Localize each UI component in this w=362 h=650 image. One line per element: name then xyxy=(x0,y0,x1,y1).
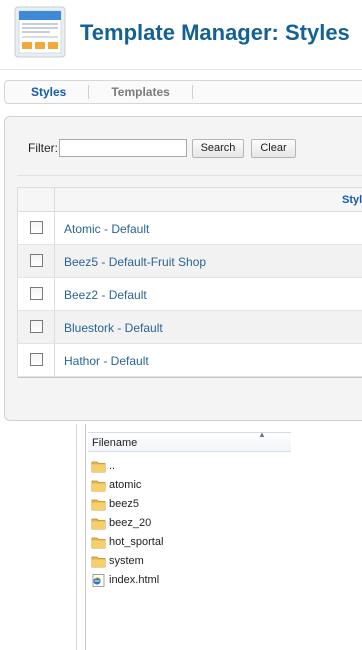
filter-divider xyxy=(17,175,362,176)
folder-icon xyxy=(91,461,106,473)
style-link[interactable]: Beez2 - Default xyxy=(64,288,147,302)
table-row: Hathor - Default xyxy=(18,344,362,377)
template-manager-icon xyxy=(14,6,66,58)
tab-templates[interactable]: Templates xyxy=(89,85,193,99)
table-bottom-border xyxy=(18,377,362,378)
file-name: beez_20 xyxy=(109,517,152,529)
folder-icon xyxy=(91,537,106,549)
filename-header-label: Filename xyxy=(92,437,138,449)
row-checkbox[interactable] xyxy=(30,254,43,267)
tab-bar: Styles Templates xyxy=(4,80,362,104)
folder-icon xyxy=(91,499,106,511)
file-name: system xyxy=(109,555,144,567)
page-header: Template Manager: Styles xyxy=(0,0,362,70)
styles-table: Style Atomic - Default Beez5 - Default-F… xyxy=(17,187,362,378)
file-name: atomic xyxy=(109,479,142,491)
style-link[interactable]: Atomic - Default xyxy=(64,222,149,236)
screenshot-root: Template Manager: Styles Styles Template… xyxy=(0,0,362,650)
file-name: hot_sportal xyxy=(109,536,164,548)
explorer-left-pane xyxy=(77,424,86,650)
folder-icon xyxy=(91,480,106,492)
style-link[interactable]: Hathor - Default xyxy=(64,354,149,368)
folder-icon xyxy=(91,556,106,568)
column-header-style[interactable]: Style xyxy=(342,194,362,206)
style-link[interactable]: Beez5 - Default-Fruit Shop xyxy=(64,255,206,269)
tab-styles[interactable]: Styles xyxy=(5,85,90,99)
file-name: .. xyxy=(109,460,116,472)
filter-label: Filter: xyxy=(28,141,58,155)
row-checkbox[interactable] xyxy=(30,221,43,234)
folder-icon xyxy=(91,518,106,530)
row-checkbox[interactable] xyxy=(30,353,43,366)
table-row: Atomic - Default xyxy=(18,212,362,245)
html-file-icon xyxy=(92,574,105,587)
style-link[interactable]: Bluestork - Default xyxy=(64,321,163,335)
styles-panel: Filter: Search Clear Style Atomic - Defa… xyxy=(4,116,362,421)
clear-button[interactable]: Clear xyxy=(251,139,296,158)
table-row: Beez5 - Default-Fruit Shop xyxy=(18,245,362,278)
table-row: Bluestork - Default xyxy=(18,311,362,344)
page-title: Template Manager: Styles xyxy=(80,20,350,45)
table-row: Beez2 - Default xyxy=(18,278,362,311)
file-explorer: Filename ▲ .. atomic beez5 beez_20 hot_s… xyxy=(76,424,291,650)
column-header-filename[interactable]: Filename ▲ xyxy=(88,430,291,452)
table-header: Style xyxy=(18,188,362,212)
search-button[interactable]: Search xyxy=(192,139,244,158)
filter-input[interactable] xyxy=(59,139,187,157)
sort-ascending-icon: ▲ xyxy=(258,430,266,439)
file-name: beez5 xyxy=(109,498,139,510)
row-checkbox[interactable] xyxy=(30,287,43,300)
file-name: index.html xyxy=(109,574,160,586)
row-checkbox[interactable] xyxy=(30,320,43,333)
select-all-header xyxy=(18,188,55,212)
